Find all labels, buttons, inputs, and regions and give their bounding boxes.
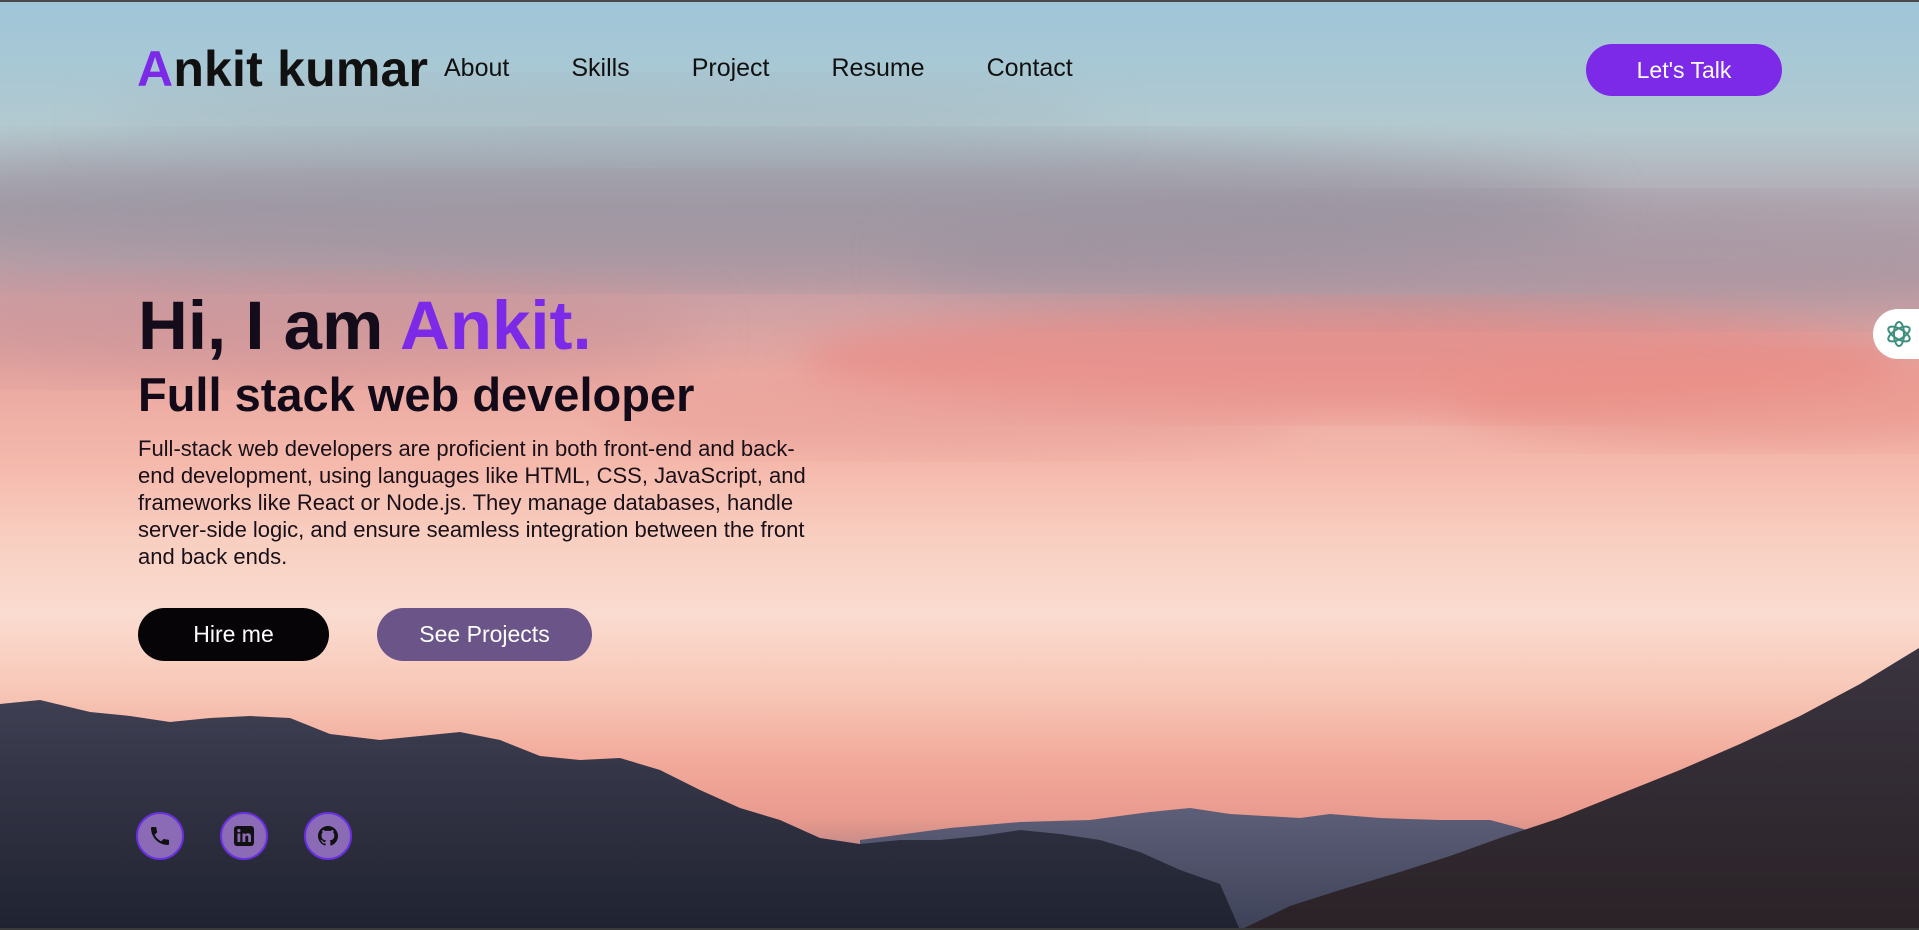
hire-me-button[interactable]: Hire me bbox=[138, 608, 329, 661]
github-link[interactable] bbox=[304, 812, 352, 860]
phone-link[interactable] bbox=[136, 812, 184, 860]
github-icon bbox=[318, 826, 338, 846]
linkedin-link[interactable] bbox=[220, 812, 268, 860]
hero-greeting: Hi, I am bbox=[138, 287, 401, 364]
see-projects-button[interactable]: See Projects bbox=[377, 608, 592, 661]
chatgpt-icon bbox=[1887, 321, 1911, 347]
logo-text: nkit kumar bbox=[173, 41, 429, 97]
nav-link-project[interactable]: Project bbox=[692, 54, 770, 83]
hero-name: Ankit. bbox=[400, 287, 592, 364]
hero-title: Hi, I am Ankit. bbox=[138, 285, 838, 367]
hero-section: Hi, I am Ankit. Full stack web developer… bbox=[138, 285, 838, 570]
lets-talk-button[interactable]: Let's Talk bbox=[1586, 44, 1782, 96]
hero-description: Full-stack web developers are proficient… bbox=[138, 436, 806, 569]
nav-links: About Skills Project Resume Contact bbox=[444, 54, 1135, 83]
nav-link-resume[interactable]: Resume bbox=[832, 54, 925, 83]
linkedin-icon bbox=[234, 826, 254, 846]
nav-link-skills[interactable]: Skills bbox=[571, 54, 629, 83]
navbar: Ankit kumar About Skills Project Resume … bbox=[0, 0, 1919, 140]
phone-icon bbox=[151, 827, 169, 845]
logo-accent-letter: A bbox=[137, 41, 174, 97]
page: Ankit kumar About Skills Project Resume … bbox=[0, 0, 1919, 930]
hero-subtitle: Full stack web developer bbox=[138, 368, 695, 421]
floating-assistant-widget[interactable] bbox=[1873, 309, 1919, 359]
nav-link-contact[interactable]: Contact bbox=[987, 54, 1073, 83]
logo[interactable]: Ankit kumar bbox=[137, 40, 428, 98]
nav-link-about[interactable]: About bbox=[444, 54, 509, 83]
